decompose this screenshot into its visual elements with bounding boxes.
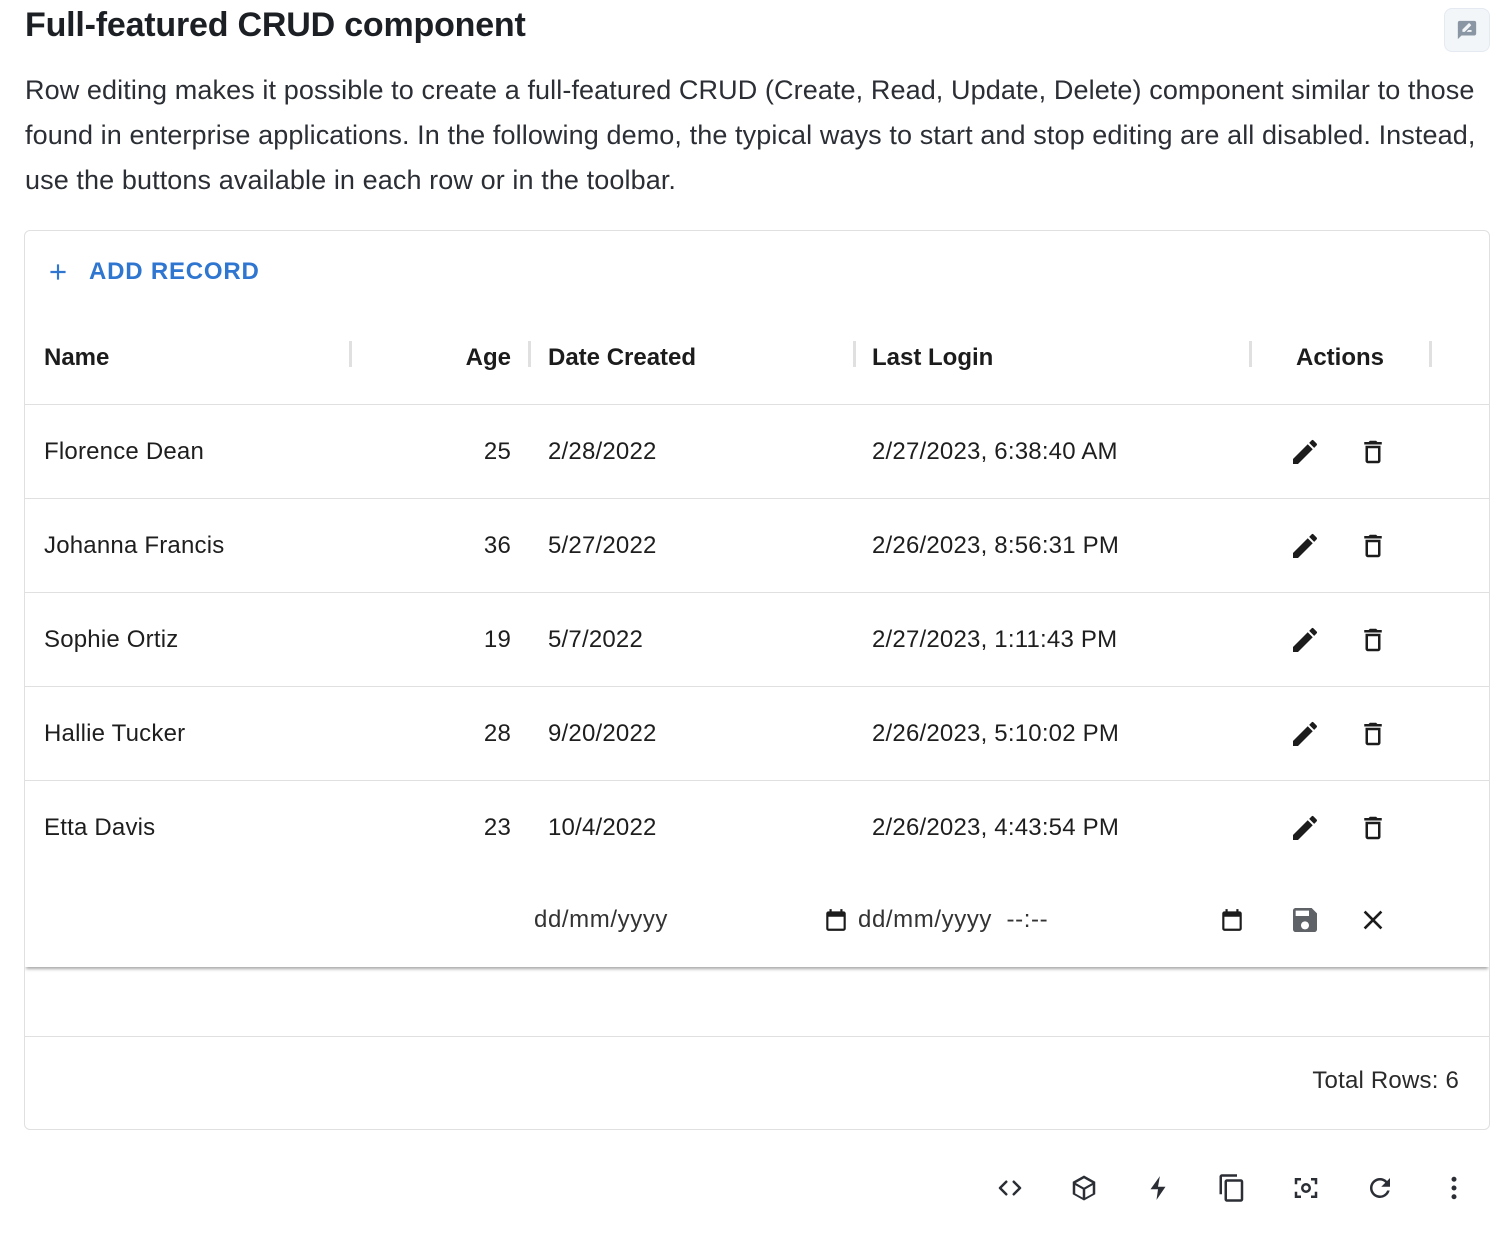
cell-date-created[interactable]: 5/27/2022 xyxy=(548,499,657,592)
page-description: Row editing makes it possible to create … xyxy=(25,75,1476,195)
last-login-input[interactable]: dd/mm/yyyy --:-- xyxy=(858,873,1218,966)
add-record-label: ADD RECORD xyxy=(89,258,260,285)
cell-date-created[interactable]: 5/7/2022 xyxy=(548,593,643,686)
show-code-button[interactable] xyxy=(988,1166,1032,1210)
edit-button[interactable] xyxy=(1281,687,1329,780)
column-separator[interactable] xyxy=(853,341,856,367)
codesandbox-icon xyxy=(1072,1175,1096,1201)
cancel-icon xyxy=(1363,910,1383,929)
code-icon xyxy=(998,1180,1022,1196)
cell-age[interactable]: 19 xyxy=(355,593,511,686)
table-row[interactable]: Etta Davis 23 10/4/2022 2/26/2023, 4:43:… xyxy=(25,781,1489,875)
delete-button[interactable] xyxy=(1349,687,1397,780)
page-title: Full-featured CRUD component xyxy=(25,6,526,44)
delete-icon xyxy=(1364,722,1382,745)
cell-name[interactable]: Etta Davis xyxy=(44,781,155,874)
last-login-picker-button[interactable] xyxy=(1219,907,1245,938)
delete-button[interactable] xyxy=(1349,593,1397,686)
cell-name[interactable]: Hallie Tucker xyxy=(44,687,185,780)
reset-demo-button[interactable] xyxy=(1358,1166,1402,1210)
cell-date-created[interactable]: 2/28/2022 xyxy=(548,405,657,498)
codesandbox-button[interactable] xyxy=(1062,1166,1106,1210)
cancel-button[interactable] xyxy=(1349,873,1397,966)
cell-last-login[interactable]: 2/26/2023, 8:56:31 PM xyxy=(872,499,1119,592)
editing-row[interactable]: dd/mm/yyyy dd/mm/yyyy --:-- xyxy=(25,873,1489,967)
delete-icon xyxy=(1364,816,1382,839)
cell-date-created[interactable]: 10/4/2022 xyxy=(548,781,657,874)
edit-icon xyxy=(1293,627,1318,652)
date-created-picker-button[interactable] xyxy=(823,907,849,938)
column-separator[interactable] xyxy=(528,341,531,367)
more-icon xyxy=(1451,1176,1457,1200)
cell-last-login[interactable]: 2/27/2023, 1:11:43 PM xyxy=(872,593,1117,686)
grid-header: Name Age Date Created Last Login Actions xyxy=(25,311,1489,405)
column-separator[interactable] xyxy=(349,341,352,367)
copy-source-button[interactable] xyxy=(1210,1166,1254,1210)
date-created-placeholder: dd/mm/yyyy xyxy=(534,905,669,933)
stackblitz-icon xyxy=(1150,1176,1166,1200)
cell-name[interactable]: Johanna Francis xyxy=(44,499,224,592)
cell-age[interactable]: 36 xyxy=(355,499,511,592)
date-created-input[interactable]: dd/mm/yyyy xyxy=(534,873,844,966)
calendar-icon xyxy=(826,909,846,931)
cell-age[interactable]: 23 xyxy=(355,781,511,874)
cell-name[interactable]: Florence Dean xyxy=(44,405,204,498)
more-options-button[interactable] xyxy=(1432,1166,1476,1210)
column-header-last-login[interactable]: Last Login xyxy=(872,311,993,405)
feedback-button[interactable] xyxy=(1444,8,1490,52)
save-button[interactable] xyxy=(1281,873,1329,966)
column-header-name[interactable]: Name xyxy=(44,311,109,405)
edit-icon xyxy=(1293,815,1318,840)
table-row[interactable]: Hallie Tucker 28 9/20/2022 2/26/2023, 5:… xyxy=(25,687,1489,781)
delete-icon xyxy=(1364,440,1382,463)
reset-focus-icon xyxy=(1294,1178,1318,1198)
last-login-placeholder: dd/mm/yyyy --:-- xyxy=(858,905,1049,933)
copy-icon xyxy=(1219,1174,1244,1202)
column-header-age[interactable]: Age xyxy=(355,311,511,405)
delete-button[interactable] xyxy=(1349,405,1397,498)
cell-last-login[interactable]: 2/26/2023, 5:10:02 PM xyxy=(872,687,1119,780)
column-separator[interactable] xyxy=(1429,341,1432,367)
edit-button[interactable] xyxy=(1281,593,1329,686)
cell-last-login[interactable]: 2/27/2023, 6:38:40 AM xyxy=(872,405,1118,498)
add-icon xyxy=(50,264,66,280)
save-icon xyxy=(1293,907,1317,932)
delete-icon xyxy=(1364,534,1382,557)
edit-icon xyxy=(1293,439,1318,464)
edit-button[interactable] xyxy=(1281,499,1329,592)
feedback-icon xyxy=(1457,20,1477,40)
reset-focus-button[interactable] xyxy=(1284,1166,1328,1210)
data-grid: ADD RECORD Name Age Date Created Last Lo… xyxy=(24,230,1490,1130)
cell-age[interactable]: 25 xyxy=(355,405,511,498)
column-header-date-created[interactable]: Date Created xyxy=(548,311,696,405)
delete-button[interactable] xyxy=(1349,781,1397,874)
stackblitz-button[interactable] xyxy=(1136,1166,1180,1210)
table-row[interactable]: Sophie Ortiz 19 5/7/2022 2/27/2023, 1:11… xyxy=(25,593,1489,687)
edit-button[interactable] xyxy=(1281,781,1329,874)
edit-icon xyxy=(1293,721,1318,746)
cell-last-login[interactable]: 2/26/2023, 4:43:54 PM xyxy=(872,781,1119,874)
total-rows: Total Rows: 6 xyxy=(1312,1067,1459,1094)
column-header-actions: Actions xyxy=(1295,344,1384,371)
empty-row xyxy=(25,969,1489,1037)
add-record-button[interactable]: ADD RECORD xyxy=(45,253,260,291)
cell-date-created[interactable]: 9/20/2022 xyxy=(548,687,657,780)
delete-button[interactable] xyxy=(1349,499,1397,592)
edit-button[interactable] xyxy=(1281,405,1329,498)
reset-icon xyxy=(1369,1178,1390,1198)
calendar-icon xyxy=(1222,909,1242,931)
cell-age[interactable]: 28 xyxy=(355,687,511,780)
edit-icon xyxy=(1293,533,1318,558)
table-row[interactable]: Johanna Francis 36 5/27/2022 2/26/2023, … xyxy=(25,499,1489,593)
cell-name[interactable]: Sophie Ortiz xyxy=(44,593,178,686)
column-separator[interactable] xyxy=(1249,341,1252,367)
table-row[interactable]: Florence Dean 25 2/28/2022 2/27/2023, 6:… xyxy=(25,405,1489,499)
delete-icon xyxy=(1364,628,1382,651)
